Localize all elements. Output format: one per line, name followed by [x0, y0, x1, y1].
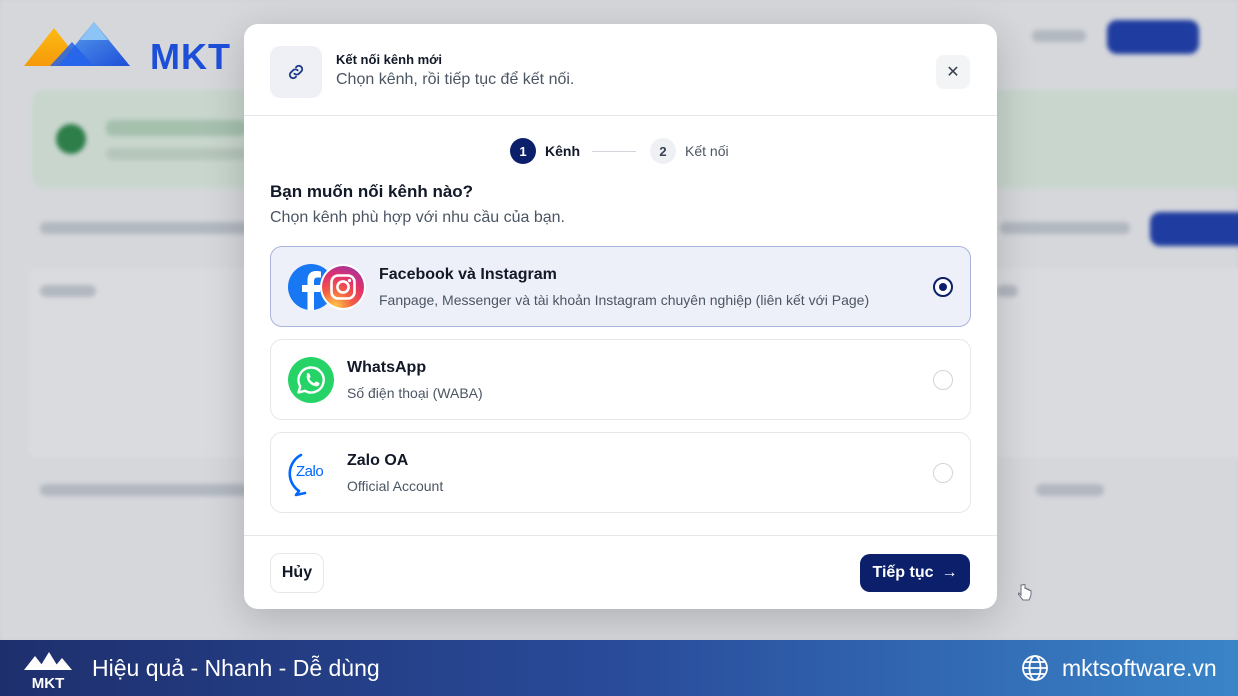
- logo-mountains-icon: [24, 22, 130, 66]
- continue-label: Tiếp tục: [872, 564, 934, 581]
- whatsapp-icon: [288, 357, 334, 403]
- brand-logo: MKT: [22, 16, 232, 77]
- option-description: Fanpage, Messenger và tài khoản Instagra…: [379, 292, 870, 308]
- step-connector: [592, 151, 636, 152]
- step-2-label: Kết nối: [685, 143, 729, 159]
- connect-channel-modal: Kết nối kênh mới Chọn kênh, rồi tiếp tục…: [244, 24, 997, 609]
- option-title: Zalo OA: [347, 452, 409, 469]
- brand-website: mktsoftware.vn: [1062, 655, 1217, 681]
- brand-footer-bar: MKT Hiệu quả - Nhanh - Dễ dùng mktsoftwa…: [0, 640, 1238, 696]
- arrow-right-icon: →: [941, 564, 958, 581]
- modal-header: Kết nối kênh mới Chọn kênh, rồi tiếp tục…: [244, 24, 997, 116]
- option-title: WhatsApp: [347, 359, 427, 376]
- continue-button[interactable]: Tiếp tục →: [860, 554, 970, 592]
- footer-logo-text: MKT: [32, 675, 65, 690]
- zalo-icon: Zalo: [287, 449, 335, 497]
- step-1-label: Kênh: [545, 143, 580, 159]
- modal-footer: Hủy Tiếp tục →: [244, 535, 997, 609]
- mouse-cursor-icon: [1018, 584, 1032, 601]
- modal-title: Kết nối kênh mới: [336, 52, 443, 67]
- brand-slogan: Hiệu quả - Nhanh - Dễ dùng: [92, 655, 380, 681]
- globe-icon: [1022, 655, 1048, 681]
- zalo-icon-text: Zalo: [296, 463, 324, 480]
- option-title: Facebook và Instagram: [379, 266, 557, 283]
- cancel-button[interactable]: Hủy: [270, 553, 324, 593]
- stepper: 1 Kênh 2 Kết nối: [510, 138, 750, 164]
- logo-text: MKT: [150, 36, 231, 77]
- close-button[interactable]: ✕: [936, 55, 970, 89]
- option-description: Số điện thoại (WABA): [347, 385, 483, 401]
- facebook-instagram-icon: [288, 264, 366, 310]
- link-icon-box: [270, 46, 322, 98]
- step-2-number: 2: [650, 138, 676, 164]
- radio-zalo-oa[interactable]: [933, 463, 953, 483]
- radio-whatsapp[interactable]: [933, 370, 953, 390]
- modal-subtitle: Chọn kênh, rồi tiếp tục để kết nối.: [336, 71, 575, 88]
- option-facebook-instagram[interactable]: Facebook và Instagram Fanpage, Messenger…: [270, 246, 971, 327]
- mkt-white-logo-icon: MKT: [24, 652, 72, 690]
- question-title: Bạn muốn nối kênh nào?: [270, 182, 474, 201]
- step-1-number: 1: [510, 138, 536, 164]
- close-icon: ✕: [946, 64, 960, 81]
- radio-facebook-instagram[interactable]: [933, 277, 953, 297]
- link-icon: [288, 64, 304, 80]
- option-description: Official Account: [347, 478, 444, 494]
- option-zalo-oa[interactable]: Zalo Zalo OA Official Account: [270, 432, 971, 513]
- question-subtitle: Chọn kênh phù hợp với nhu cầu của bạn.: [270, 209, 565, 226]
- option-whatsapp[interactable]: WhatsApp Số điện thoại (WABA): [270, 339, 971, 420]
